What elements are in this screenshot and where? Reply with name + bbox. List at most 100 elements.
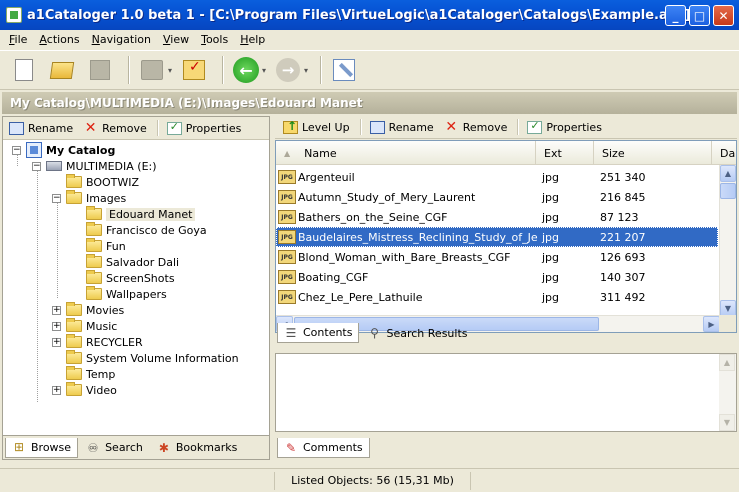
tree-node-label: Edouard Manet	[106, 207, 196, 221]
list-remove-button[interactable]: ✕ Remove	[444, 119, 508, 135]
group-button[interactable]	[136, 54, 168, 86]
tree-node-goya[interactable]: Francisco de Goya	[86, 222, 207, 238]
tree-node-images[interactable]: − Images	[52, 190, 126, 206]
folder-icon	[86, 254, 102, 268]
tab-comments[interactable]: ✎ Comments	[277, 438, 370, 458]
collapse-icon[interactable]: −	[32, 161, 41, 171]
tree-node-wallpapers[interactable]: Wallpapers	[86, 286, 167, 302]
folder-icon	[66, 190, 82, 204]
drive-icon	[46, 161, 62, 171]
remove-label: Remove	[462, 120, 508, 134]
table-row[interactable]: JPG Boating_CGF jpg 140 307	[276, 267, 718, 287]
window-title: a1Cataloger 1.0 beta 1 - [C:\Program Fil…	[27, 7, 691, 23]
tab-browse[interactable]: ⊞ Browse	[5, 437, 79, 458]
properties-label: Properties	[546, 120, 602, 134]
close-button[interactable]: ✕	[713, 5, 734, 26]
menu-help[interactable]: Help	[234, 33, 271, 46]
tree-node-video[interactable]: + Video	[52, 382, 117, 398]
catalog-icon	[26, 142, 42, 158]
back-button[interactable]: ←	[230, 54, 262, 86]
folder-icon	[66, 318, 82, 332]
forward-button[interactable]: →	[272, 54, 304, 86]
tree-node-fun[interactable]: Fun	[86, 238, 126, 254]
tree-node-temp[interactable]: Temp	[66, 366, 115, 382]
tree-node-system-volume[interactable]: System Volume Information	[66, 350, 239, 366]
tree-node-music[interactable]: + Music	[52, 318, 117, 334]
list-properties-button[interactable]: Properties	[527, 119, 602, 134]
group-dropdown-icon[interactable]: ▾	[168, 66, 172, 75]
expand-icon[interactable]: +	[52, 321, 61, 331]
tree-rename-button[interactable]: Rename	[9, 121, 74, 135]
tree-node-drive[interactable]: − MULTIMEDIA (E:)	[32, 158, 157, 174]
remove-icon: ✕	[84, 120, 97, 136]
left-panel-tabs: ⊞ Browse ♾ Search ✱ Bookmarks	[3, 435, 269, 459]
app-icon[interactable]	[6, 7, 22, 23]
remove-label: Remove	[102, 121, 147, 135]
file-size: 221 207	[600, 230, 646, 244]
level-up-button[interactable]: Level Up	[283, 119, 350, 134]
list-rename-button[interactable]: Rename	[369, 120, 434, 134]
tree-node-bootwiz[interactable]: BOOTWIZ	[66, 174, 139, 190]
jpg-file-icon: JPG	[278, 270, 296, 284]
new-catalog-button[interactable]	[8, 54, 40, 86]
column-header-name[interactable]: ▲ Name	[276, 141, 536, 165]
list-vertical-scrollbar[interactable]: ▲ ▼	[719, 165, 736, 317]
menu-file[interactable]: File	[3, 33, 33, 46]
tab-bookmarks[interactable]: ✱ Bookmarks	[151, 438, 243, 458]
file-size: 311 492	[600, 290, 646, 304]
column-header-size[interactable]: Size	[594, 141, 712, 165]
scroll-up-icon[interactable]: ▲	[720, 165, 736, 182]
tree-node-recycler[interactable]: + RECYCLER	[52, 334, 143, 350]
expand-icon[interactable]: +	[52, 337, 61, 347]
address-bar: My Catalog\MULTIMEDIA (E:)\Images\Edouar…	[2, 92, 737, 114]
maximize-button[interactable]: □	[689, 5, 710, 26]
table-row[interactable]: JPG Bathers_on_the_Seine_CGF jpg 87 123	[276, 207, 718, 227]
menu-view[interactable]: View	[157, 33, 195, 46]
tree-node-label: Fun	[106, 239, 126, 253]
file-name-cell: JPG Baudelaires_Mistress_Reclining_Study_…	[276, 230, 538, 244]
tree-node-movies[interactable]: + Movies	[52, 302, 124, 318]
menu-actions[interactable]: Actions	[33, 33, 85, 46]
tree-node-dali[interactable]: Salvador Dali	[86, 254, 179, 270]
expand-icon[interactable]: +	[52, 305, 61, 315]
comments-scrollbar[interactable]: ▲ ▼	[719, 354, 736, 431]
comments-tabs: ✎ Comments	[275, 436, 737, 460]
file-name: Baudelaires_Mistress_Reclining_Study_of_…	[298, 230, 538, 244]
scroll-thumb[interactable]	[720, 183, 736, 199]
column-header-date[interactable]: Da	[712, 141, 736, 165]
table-row[interactable]: JPG Baudelaires_Mistress_Reclining_Study_…	[276, 227, 718, 247]
tools-button[interactable]	[328, 54, 360, 86]
jpg-file-icon: JPG	[278, 250, 296, 264]
tree-remove-button[interactable]: ✕ Remove	[83, 120, 147, 136]
scroll-down-icon[interactable]: ▼	[719, 414, 735, 431]
table-row[interactable]: JPG Chez_Le_Pere_Lathuile jpg 311 492	[276, 287, 718, 307]
scroll-up-icon[interactable]: ▲	[719, 354, 735, 371]
tree-properties-button[interactable]: Properties	[166, 120, 241, 135]
forward-dropdown-icon[interactable]: ▾	[304, 66, 308, 75]
file-size: 126 693	[600, 250, 646, 264]
tree-node-root[interactable]: − My Catalog	[12, 142, 115, 158]
collapse-icon[interactable]: −	[12, 145, 21, 155]
column-header-ext[interactable]: Ext	[536, 141, 594, 165]
check-button[interactable]	[178, 54, 210, 86]
table-row[interactable]: JPG Argenteuil jpg 251 340	[276, 167, 718, 187]
back-dropdown-icon[interactable]: ▾	[262, 66, 266, 75]
open-catalog-button[interactable]	[46, 54, 78, 86]
tools-icon	[333, 59, 356, 81]
save-button[interactable]	[84, 54, 116, 86]
collapse-icon[interactable]: −	[52, 193, 61, 203]
comments-textarea[interactable]: ▲ ▼	[275, 353, 737, 432]
tab-contents[interactable]: ☰ Contents	[277, 323, 360, 343]
tab-search[interactable]: ♾ Search	[80, 438, 149, 458]
tree-node-edouard-manet[interactable]: Edouard Manet	[86, 206, 196, 222]
rename-label: Rename	[28, 121, 74, 135]
table-row[interactable]: JPG Autumn_Study_of_Mery_Laurent jpg 216 84…	[276, 187, 718, 207]
table-row[interactable]: JPG Blond_Woman_with_Bare_Breasts_CGF jpg 1…	[276, 247, 718, 267]
menu-navigation[interactable]: Navigation	[86, 33, 157, 46]
expand-icon[interactable]: +	[52, 385, 61, 395]
menu-tools[interactable]: Tools	[195, 33, 234, 46]
tab-search-results[interactable]: ⚲ Search Results	[361, 323, 473, 343]
tree-node-screenshots[interactable]: ScreenShots	[86, 270, 175, 286]
tab-label: Contents	[303, 326, 353, 339]
minimize-button[interactable]: _	[665, 5, 686, 26]
